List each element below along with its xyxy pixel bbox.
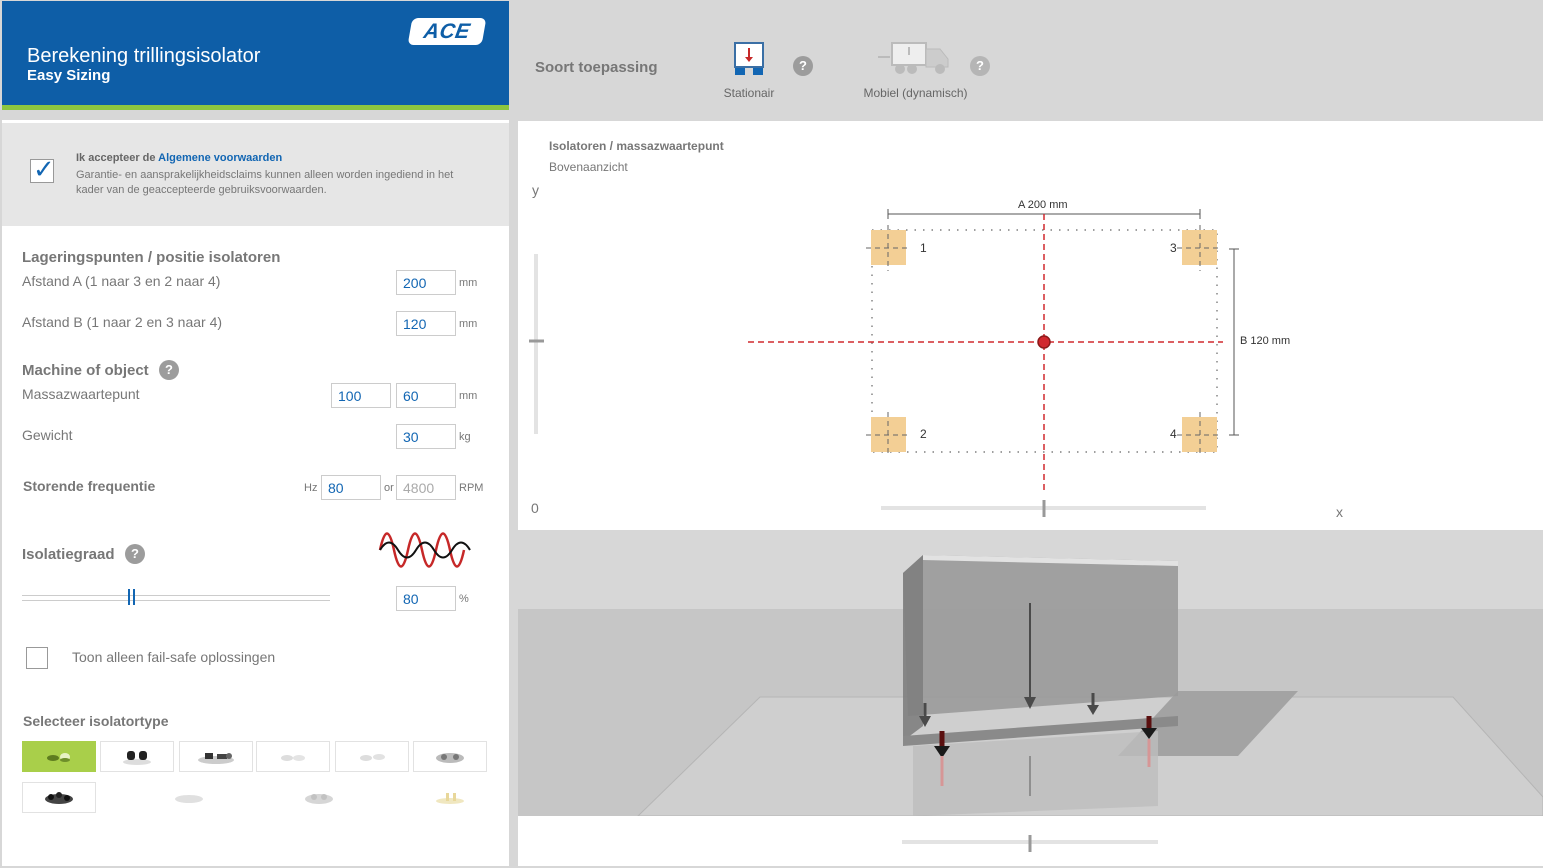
isolator-type-image: [45, 791, 73, 804]
isolator-type-tile[interactable]: [100, 741, 174, 772]
machine-heading: Machine of object: [22, 362, 149, 379]
config-panel: ✓ Ik accepteer de Algemene voorwaarden G…: [2, 120, 509, 866]
mobile-truck-icon: [877, 42, 948, 74]
isolator-pad: [1177, 225, 1222, 271]
or-label: or: [384, 482, 394, 494]
isolator-pad: [866, 225, 911, 271]
failsafe-checkbox[interactable]: [26, 647, 48, 669]
isolation-slider-handle[interactable]: [128, 589, 135, 605]
weight-unit: kg: [459, 431, 471, 443]
top-view-diagram: [529, 199, 1239, 517]
isolation-input[interactable]: 80: [396, 586, 456, 611]
application-type-bar: Soort toepassing Stationair ? Mobiel (dy…: [518, 1, 1543, 113]
distance-b-unit: mm: [459, 318, 478, 330]
isolator-type-image: [281, 754, 305, 761]
weight-input[interactable]: 30: [396, 424, 456, 449]
dimension-b-label: B 120 mm: [1240, 335, 1291, 347]
isolator-type-tile[interactable]: [256, 741, 330, 772]
mounting-heading: Lageringspunten / positie isolatoren: [22, 249, 281, 266]
3d-rotation-bar: [518, 816, 1543, 866]
3d-scene: [518, 541, 1543, 816]
brand-header: Berekening trillingsisolator Easy Sizing…: [2, 1, 509, 110]
cog-label: Massazwaartepunt: [22, 386, 140, 402]
distance-b-input[interactable]: 120: [396, 311, 456, 336]
isolator-pad: [866, 412, 911, 457]
dimension-a-label: A 200 mm: [1018, 199, 1068, 211]
help-icon[interactable]: ?: [125, 544, 145, 564]
isolator-type-tile[interactable]: [22, 741, 96, 772]
isolator-type-tile[interactable]: [282, 782, 356, 813]
terms-link[interactable]: Algemene voorwaarden: [158, 152, 282, 164]
point-label: 2: [920, 427, 927, 441]
isolator-type-tile[interactable]: [22, 782, 96, 813]
isolation-heading: Isolatiegraad: [22, 546, 115, 563]
rotation-slider[interactable]: [518, 816, 1543, 866]
option-mobile[interactable]: Mobiel (dynamisch): [858, 39, 973, 100]
isolator-type-heading: Selecteer isolatortype: [23, 713, 169, 729]
ace-logo: ACE: [407, 18, 487, 45]
isolator-type-image: [360, 753, 385, 761]
isolator-type-image: [198, 752, 234, 764]
app-subtitle: Easy Sizing: [27, 67, 111, 84]
distance-a-input[interactable]: 200: [396, 270, 456, 295]
cog-x-input[interactable]: 100: [331, 383, 391, 408]
isolator-type-tile[interactable]: [413, 782, 487, 813]
frequency-heading: Storende frequentie: [23, 478, 156, 494]
isolator-type-image: [436, 792, 464, 804]
isolator-type-image: [305, 793, 333, 804]
help-icon[interactable]: ?: [793, 56, 813, 76]
isolator-type-image: [436, 752, 464, 763]
weight-label: Gewicht: [22, 427, 73, 443]
isolator-type-tile[interactable]: [179, 741, 253, 772]
isolation-slider-track[interactable]: [22, 595, 330, 601]
option-stationary[interactable]: Stationair: [713, 41, 785, 100]
terms-box: ✓ Ik accepteer de Algemene voorwaarden G…: [2, 123, 509, 226]
cog-y-input[interactable]: 60: [396, 383, 456, 408]
point-label: 3: [1170, 241, 1177, 255]
application-type-label: Soort toepassing: [535, 59, 658, 76]
hz-input[interactable]: 80: [321, 475, 381, 500]
point-label: 1: [920, 241, 927, 255]
isolator-type-tile[interactable]: [152, 782, 226, 813]
3d-view[interactable]: [518, 541, 1543, 816]
isolator-type-tile[interactable]: [413, 741, 487, 772]
top-view-panel: Isolatoren / massazwaartepunt Bovenaanzi…: [518, 121, 1543, 530]
isolator-pad: [1177, 412, 1222, 457]
check-icon: ✓: [33, 154, 55, 184]
rpm-input[interactable]: 4800: [396, 475, 456, 500]
option-mobile-label: Mobiel (dynamisch): [863, 86, 968, 100]
sine-wave-icon: [378, 532, 471, 568]
terms-note: Garantie- en aansprakelijkheidsclaims ku…: [76, 169, 454, 196]
hz-label: Hz: [304, 482, 318, 494]
option-stationary-label: Stationair: [723, 86, 775, 100]
distance-b-label: Afstand B (1 naar 2 en 3 naar 4): [22, 314, 223, 330]
point-label: 4: [1170, 427, 1177, 441]
terms-accept-text: Ik accepteer de Algemene voorwaarden: [76, 152, 283, 164]
help-icon[interactable]: ?: [159, 360, 179, 380]
distance-a-label: Afstand A (1 naar 3 en 2 naar 4): [22, 273, 221, 289]
distance-a-unit: mm: [459, 277, 478, 289]
app-title: Berekening trillingsisolator: [27, 45, 261, 67]
stationary-icon: [734, 42, 764, 75]
isolator-type-image: [175, 794, 203, 803]
isolator-type-image: [47, 752, 70, 762]
isolation-unit: %: [459, 593, 469, 605]
failsafe-label: Toon alleen fail-safe oplossingen: [72, 649, 276, 665]
center-of-gravity-marker: [1037, 335, 1051, 349]
cog-unit: mm: [459, 390, 478, 402]
help-icon[interactable]: ?: [970, 56, 990, 76]
rpm-label: RPM: [459, 482, 484, 494]
isolator-type-tile[interactable]: [335, 741, 409, 772]
accept-terms-checkbox[interactable]: ✓: [30, 154, 55, 184]
isolator-type-image: [123, 750, 151, 765]
